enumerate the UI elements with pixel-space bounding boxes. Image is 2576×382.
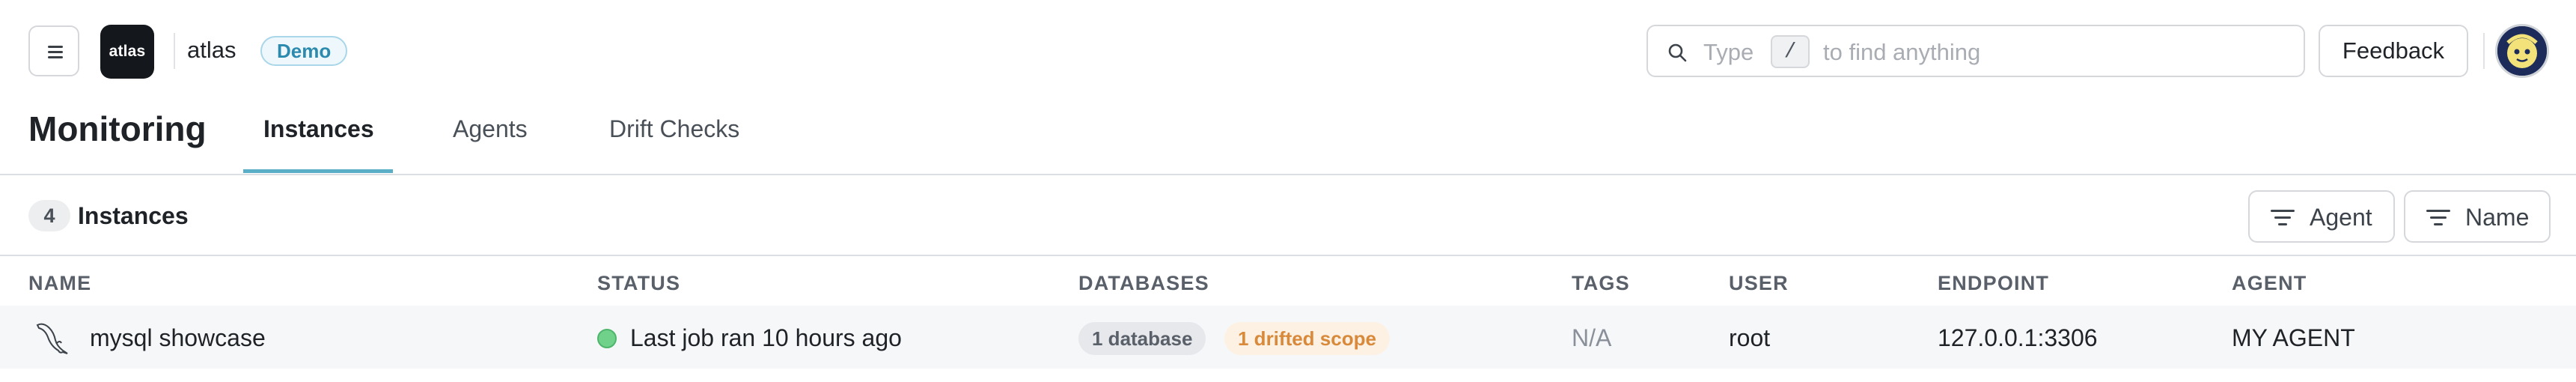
tab-drift-checks[interactable]: Drift Checks — [609, 112, 739, 145]
divider — [2483, 33, 2485, 69]
search-icon — [1668, 43, 1687, 62]
filter-icon — [2426, 210, 2450, 226]
filter-agent-button[interactable]: Agent — [2248, 190, 2395, 243]
search-input[interactable]: Type / to find anything — [1646, 25, 2305, 77]
tab-agents[interactable]: Agents — [453, 112, 528, 145]
column-header-status[interactable]: STATUS — [597, 271, 680, 295]
database-count-badge: 1 database — [1078, 322, 1206, 355]
column-header-user[interactable]: USER — [1729, 271, 1789, 295]
divider — [174, 33, 175, 69]
instance-tags: N/A — [1572, 324, 1612, 351]
instance-count-badge: 4 — [28, 200, 70, 231]
app-logo[interactable]: atlas — [100, 25, 154, 79]
instance-name-link[interactable]: mysql showcase — [90, 324, 266, 352]
search-placeholder-prefix: Type — [1703, 39, 1754, 65]
column-header-name[interactable]: NAME — [28, 271, 91, 295]
menu-icon[interactable] — [28, 25, 79, 76]
filter-icon — [2271, 210, 2295, 226]
divider — [0, 255, 2576, 256]
instance-endpoint: 127.0.0.1:3306 — [1938, 324, 2098, 351]
demo-badge: Demo — [260, 36, 348, 66]
column-header-endpoint[interactable]: ENDPOINT — [1938, 271, 2049, 295]
active-tab-indicator — [243, 169, 393, 173]
avatar[interactable] — [2495, 24, 2549, 78]
status-indicator — [597, 329, 617, 348]
column-header-databases[interactable]: DATABASES — [1078, 271, 1209, 295]
divider — [0, 174, 2576, 175]
instance-agent: MY AGENT — [2232, 324, 2355, 351]
top-bar: atlas atlas Demo Type / to find anything… — [0, 0, 2576, 102]
instance-user: root — [1729, 324, 1771, 351]
filter-name-button[interactable]: Name — [2404, 190, 2551, 243]
column-header-agent[interactable]: AGENT — [2232, 271, 2307, 295]
avatar-image — [2497, 26, 2547, 76]
shortcut-key: / — [1771, 35, 1810, 68]
filter-label: Name — [2465, 204, 2530, 231]
search-placeholder-suffix: to find anything — [1823, 39, 1981, 65]
instance-status: Last job ran 10 hours ago — [630, 324, 902, 351]
column-header-tags[interactable]: TAGS — [1572, 271, 1630, 295]
mysql-dolphin-icon — [36, 323, 68, 354]
feedback-button[interactable]: Feedback — [2319, 25, 2468, 77]
tab-instances[interactable]: Instances — [263, 112, 374, 145]
section-title: Instances — [78, 202, 189, 229]
drift-badge: 1 drifted scope — [1224, 322, 1390, 355]
filter-label: Agent — [2310, 204, 2372, 231]
page-title: Monitoring — [28, 109, 207, 148]
app-name: atlas — [187, 37, 236, 63]
